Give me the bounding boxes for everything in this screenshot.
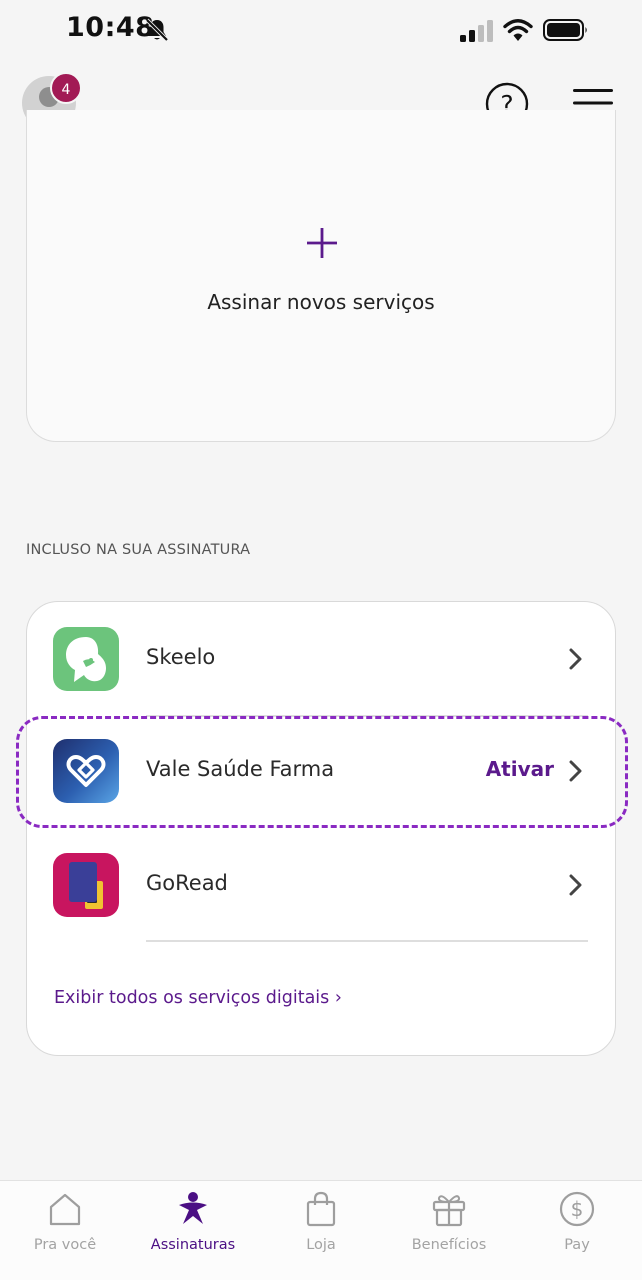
highlight-dashed-outline xyxy=(16,716,628,828)
service-row-skeelo[interactable]: Skeelo xyxy=(26,627,616,707)
tab-label: Pay xyxy=(564,1237,590,1253)
view-all-services-link[interactable]: Exibir todos os serviços digitais › xyxy=(54,988,342,1008)
notification-badge: 4 xyxy=(50,72,82,104)
app-screen: 10:48 4 ? Assinar novos serviços INCLUSO… xyxy=(0,0,642,1280)
chevron-right-icon xyxy=(569,648,582,670)
tab-beneficios[interactable]: Benefícios xyxy=(385,1181,513,1280)
cellular-signal-icon xyxy=(460,20,493,42)
service-name: GoRead xyxy=(146,871,228,895)
chevron-right-icon xyxy=(569,874,582,896)
tab-label: Benefícios xyxy=(411,1237,487,1253)
shopping-bag-icon xyxy=(306,1191,336,1227)
dollar-coin-icon: $ xyxy=(559,1191,595,1227)
gift-icon xyxy=(432,1195,466,1227)
skeelo-app-icon xyxy=(53,627,119,691)
goread-app-icon xyxy=(53,853,119,917)
add-services-label: Assinar novos serviços xyxy=(207,290,435,314)
bottom-tab-bar: Pra você Assinaturas Loja Benefícios $ P… xyxy=(0,1180,642,1280)
service-name: Skeelo xyxy=(146,645,216,669)
tab-label: Pra você xyxy=(33,1237,97,1253)
tab-label: Assinaturas xyxy=(150,1237,236,1253)
status-bar: 10:48 xyxy=(0,0,642,62)
svg-text:$: $ xyxy=(571,1197,584,1221)
tab-pay[interactable]: $ Pay xyxy=(513,1181,641,1280)
tab-pra-voce[interactable]: Pra você xyxy=(1,1181,129,1280)
bell-off-icon xyxy=(145,18,169,42)
battery-icon xyxy=(543,19,587,41)
home-icon xyxy=(49,1193,81,1226)
tab-label: Loja xyxy=(306,1237,336,1253)
tab-loja[interactable]: Loja xyxy=(257,1181,385,1280)
status-time: 10:48 xyxy=(66,12,155,43)
person-star-icon xyxy=(179,1192,207,1224)
section-title: INCLUSO NA SUA ASSINATURA xyxy=(26,542,251,558)
tab-assinaturas[interactable]: Assinaturas xyxy=(129,1181,257,1280)
add-services-card[interactable] xyxy=(26,110,616,442)
service-row-goread[interactable]: GoRead xyxy=(26,853,616,933)
plus-icon xyxy=(307,228,337,258)
row-divider xyxy=(146,940,588,942)
wifi-icon xyxy=(503,19,533,41)
